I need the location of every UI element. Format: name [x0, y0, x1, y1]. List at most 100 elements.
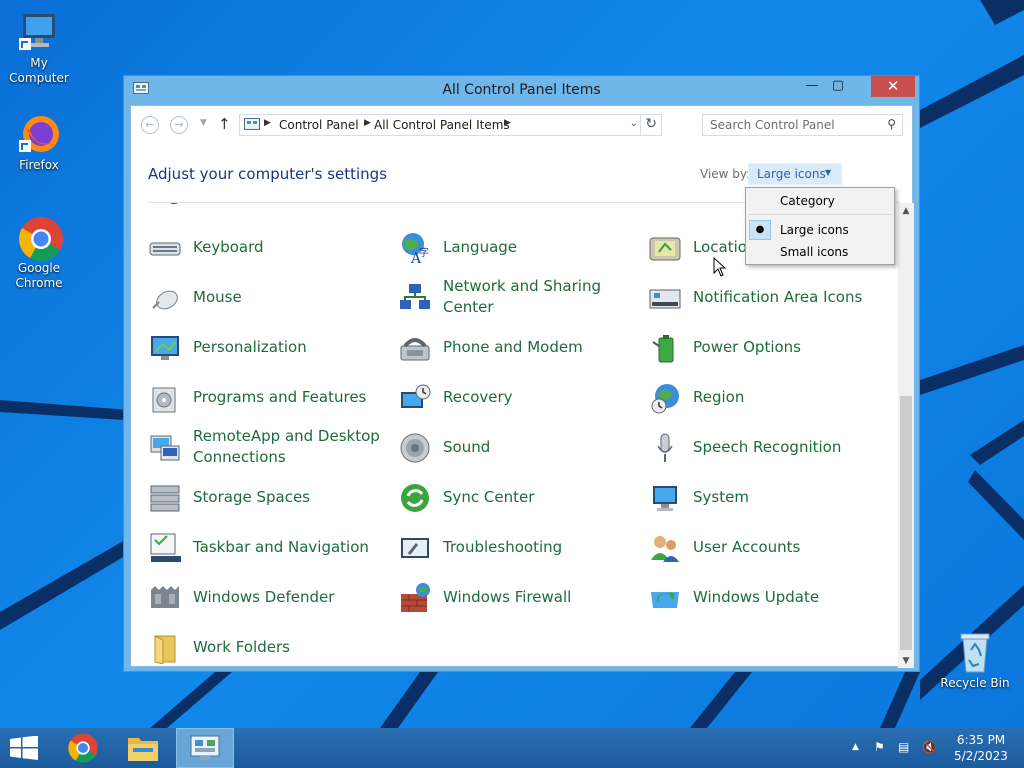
- desktop-icon-firefox[interactable]: Firefox: [0, 112, 79, 173]
- breadcrumb-all-items[interactable]: All Control Panel Items: [374, 118, 510, 132]
- storage-icon: [150, 485, 180, 512]
- system-icon: [653, 486, 677, 511]
- computer-icon: [17, 10, 61, 54]
- item-label: Personalization: [193, 338, 307, 356]
- sync-icon: [401, 484, 429, 512]
- item-label: Notification Area Icons: [693, 288, 863, 306]
- recent-locations-dropdown[interactable]: ▼: [200, 118, 207, 128]
- search-placeholder: Search Control Panel: [710, 118, 835, 132]
- clock-date: 5/2/2023: [954, 749, 1008, 763]
- power-icon: [652, 335, 674, 363]
- item-label: RemoteApp and Desktop Connections: [193, 427, 380, 466]
- region-icon: [651, 384, 679, 414]
- file-explorer-icon: [128, 738, 158, 761]
- item-label: Sync Center: [443, 488, 535, 506]
- desktop-icon-label: My Computer: [9, 56, 69, 85]
- item-label: Taskbar and Navigation: [193, 538, 369, 556]
- microphone-icon: [657, 433, 673, 462]
- mouse-icon: [152, 290, 178, 310]
- item-label: Windows Firewall: [443, 588, 572, 606]
- windows-logo-icon: [10, 736, 38, 760]
- language-icon: A字: [402, 233, 429, 264]
- taskbar: ▲ ⚑ ▤ 🔇 6:35 PM 5/2/2023: [0, 728, 1024, 768]
- item-label: User Accounts: [693, 538, 801, 556]
- item-label: Mouse: [193, 288, 242, 306]
- control-panel-icon: [244, 118, 260, 130]
- desktop-icon-my-computer[interactable]: My Computer: [0, 10, 79, 86]
- taskbar-file-explorer-button[interactable]: [114, 728, 172, 768]
- chrome-icon: [68, 733, 98, 763]
- volume-muted-icon[interactable]: 🔇: [922, 740, 937, 754]
- partial-item-icon: [401, 203, 423, 205]
- system-clock[interactable]: 6:35 PM 5/2/2023: [950, 732, 1012, 764]
- desktop-icon-google-chrome[interactable]: Google Chrome: [0, 215, 79, 291]
- item-label: Speech Recognition: [693, 438, 842, 456]
- desktop-icon-label: Firefox: [19, 158, 59, 172]
- scroll-thumb[interactable]: [900, 396, 912, 650]
- item-label: Power Options: [693, 338, 801, 356]
- up-button[interactable]: ↑: [218, 115, 231, 133]
- refresh-icon[interactable]: ↻: [645, 116, 657, 132]
- item-label: Keyboard: [193, 238, 264, 256]
- start-button[interactable]: [0, 728, 48, 768]
- menu-separator: [748, 214, 892, 215]
- minimize-button[interactable]: —: [799, 76, 825, 97]
- breadcrumb-control-panel[interactable]: Control Panel: [279, 118, 359, 132]
- sound-icon: [400, 433, 430, 463]
- item-label: Storage Spaces: [193, 488, 310, 506]
- show-hidden-icons-button[interactable]: ▲: [852, 742, 859, 752]
- desktop-icon-recycle-bin[interactable]: Recycle Bin: [935, 630, 1015, 691]
- forward-button[interactable]: →: [170, 116, 188, 134]
- menu-item-small-icons[interactable]: Small icons: [780, 245, 848, 259]
- phone-icon: [400, 338, 430, 361]
- item-label: Network and Sharing Center: [443, 277, 601, 316]
- remoteapp-icon: [150, 435, 180, 461]
- control-panel-window: All Control Panel Items — ▢ ✕ ← → ▼ ↑ ▶ …: [123, 75, 920, 672]
- taskbar-control-panel-button[interactable]: [176, 728, 234, 768]
- back-button[interactable]: ←: [141, 116, 159, 134]
- menu-item-category[interactable]: Category: [780, 194, 835, 208]
- action-center-flag-icon[interactable]: ⚑: [874, 740, 885, 754]
- chevron-down-icon: ▼: [825, 168, 832, 177]
- search-icon[interactable]: ⚲: [887, 117, 896, 131]
- item-label: Windows Update: [693, 588, 820, 606]
- breadcrumb-chevron-icon[interactable]: ▶: [364, 118, 371, 128]
- vertical-scrollbar[interactable]: ▲ ▼: [898, 203, 914, 668]
- item-label: Recovery: [443, 388, 513, 406]
- folder-icon: [154, 635, 176, 664]
- close-button[interactable]: ✕: [871, 76, 915, 97]
- navigation-bar: ← → ▼ ↑ ▶ Control Panel ▶ All Control Pa…: [131, 106, 912, 146]
- search-input[interactable]: Search Control Panel ⚲: [702, 114, 903, 136]
- notification-icon: [649, 289, 681, 309]
- keyboard-icon: [149, 242, 181, 256]
- item-label: Sound: [443, 438, 491, 456]
- chrome-icon: [17, 215, 63, 261]
- taskbar-chrome-button[interactable]: [54, 728, 112, 768]
- title-bar[interactable]: All Control Panel Items — ▢ ✕: [124, 76, 919, 104]
- item-label: System: [693, 488, 749, 506]
- firefox-icon: [17, 112, 61, 156]
- mouse-cursor-icon: [713, 257, 727, 277]
- network-tray-icon[interactable]: ▤: [898, 740, 909, 754]
- svg-text:字: 字: [419, 246, 429, 259]
- item-label: Phone and Modem: [443, 338, 583, 356]
- item-label: Windows Defender: [193, 588, 335, 606]
- view-by-label: View by:: [700, 167, 751, 181]
- item-label: Region: [693, 388, 745, 406]
- control-panel-icon: [190, 735, 220, 760]
- desktop-icon-label: Google Chrome: [15, 261, 63, 290]
- selected-bullet-icon: ●: [749, 220, 771, 240]
- breadcrumb-chevron-icon[interactable]: ▶: [504, 118, 511, 128]
- menu-item-large-icons[interactable]: Large icons: [780, 223, 849, 237]
- partial-item-icon: [170, 203, 178, 204]
- address-dropdown-icon[interactable]: ⌄: [630, 118, 638, 129]
- item-label: Work Folders: [193, 638, 290, 656]
- recovery-icon: [401, 384, 431, 408]
- item-label: Language: [443, 238, 518, 256]
- maximize-button[interactable]: ▢: [825, 76, 851, 97]
- scroll-down-icon[interactable]: ▼: [898, 656, 914, 666]
- users-icon: [651, 536, 679, 562]
- scroll-up-icon[interactable]: ▲: [898, 206, 914, 216]
- address-bar[interactable]: ▶ Control Panel ▶ All Control Panel Item…: [239, 114, 662, 136]
- view-by-dropdown[interactable]: Large icons ▼: [748, 163, 842, 185]
